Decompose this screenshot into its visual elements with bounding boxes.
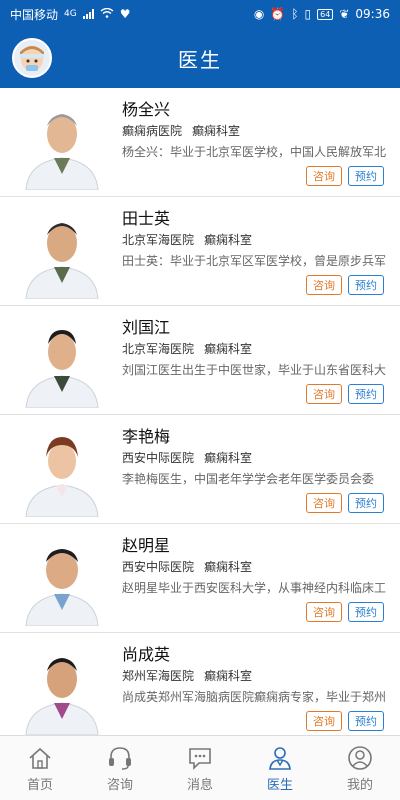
signal-icon: [82, 9, 94, 19]
book-button[interactable]: 预约: [348, 166, 384, 186]
bottom-tab-bar: 首页 咨询 消息 医生 我的: [0, 735, 400, 800]
doctor-photo: [22, 96, 102, 190]
doctor-dept: 癫痫科室: [204, 560, 253, 574]
home-icon: [29, 747, 51, 769]
tab-home[interactable]: 首页: [0, 736, 80, 800]
doctor-photo: [22, 423, 102, 517]
doctor-name: 尚成英: [122, 645, 171, 664]
doctor-name: 杨全兴: [122, 100, 171, 119]
heart-icon: ♥: [119, 7, 131, 21]
doctor-hospital: 西安中际医院: [122, 451, 195, 465]
book-button[interactable]: 预约: [348, 384, 384, 404]
doctor-desc: 李艳梅医生，中国老年学学会老年医学委员会委: [122, 472, 375, 486]
doctor-hospital: 北京军海医院: [122, 342, 195, 356]
doctor-name: 李艳梅: [122, 427, 171, 446]
doctor-desc: 尚成英郑州军海脑病医院癫痫病专家，毕业于郑州: [122, 690, 387, 704]
doctor-desc: 杨全兴：毕业于北京军医学校，中国人民解放军北: [122, 145, 387, 159]
doctor-photo: [22, 205, 102, 299]
doctor-hospital: 北京军海医院: [122, 233, 195, 247]
doctor-hospital: 郑州军海医院: [122, 669, 195, 683]
book-button[interactable]: 预约: [348, 275, 384, 295]
consult-button[interactable]: 咨询: [306, 384, 342, 404]
consult-button[interactable]: 咨询: [306, 493, 342, 513]
doctor-desc: 田士英：毕业于北京军区军医学校，曾是原步兵军: [122, 254, 387, 268]
doctor-name: 田士英: [122, 209, 171, 228]
doctor-hospital: 西安中际医院: [122, 560, 195, 574]
doctor-dept: 癫痫科室: [204, 233, 253, 247]
alarm-icon: ⏰: [270, 7, 286, 21]
doctor-name: 刘国江: [122, 318, 171, 337]
bluetooth-icon: ᛒ: [291, 7, 299, 21]
doctor-card[interactable]: 田士英 北京军海医院 癫痫科室 田士英：毕业于北京军区军医学校，曾是原步兵军 咨询…: [0, 197, 400, 306]
doctor-photo: [22, 641, 102, 735]
user-icon: [348, 745, 372, 770]
doctor-dept: 癫痫科室: [204, 451, 253, 465]
doctor-desc: 赵明星毕业于西安医科大学，从事神经内科临床工: [122, 581, 387, 595]
tab-message[interactable]: 消息: [160, 736, 240, 800]
tab-mine[interactable]: 我的: [320, 736, 400, 800]
book-button[interactable]: 预约: [348, 602, 384, 622]
avatar[interactable]: [12, 38, 52, 78]
status-bar: 中国移动 4G ♥ ◉ ⏰ ᛒ ▯ 64 ❦ 09:36: [0, 0, 400, 28]
tab-label: 医生: [266, 777, 293, 793]
tab-label: 消息: [186, 777, 213, 793]
clock-label: 09:36: [355, 7, 390, 21]
doctor-card[interactable]: 李艳梅 西安中际医院 癫痫科室 李艳梅医生，中国老年学学会老年医学委员会委 咨询 …: [0, 415, 400, 524]
doctor-card[interactable]: 杨全兴 癫痫病医院 癫痫科室 杨全兴：毕业于北京军医学校，中国人民解放军北 咨询 …: [0, 88, 400, 197]
tab-label: 首页: [26, 777, 53, 793]
tab-label: 我的: [346, 777, 373, 793]
leaf-icon: ❦: [339, 7, 350, 21]
consult-button[interactable]: 咨询: [306, 711, 342, 731]
book-button[interactable]: 预约: [348, 493, 384, 513]
app-header: 医生: [0, 28, 400, 88]
carrier-label: 中国移动: [10, 7, 59, 22]
consult-button[interactable]: 咨询: [306, 602, 342, 622]
doctor-icon: [269, 746, 291, 770]
vibrate-icon: ▯: [304, 7, 312, 21]
doctor-photo: [22, 532, 102, 626]
doctor-dept: 癫痫科室: [204, 342, 253, 356]
doctor-dept: 癫痫科室: [192, 124, 241, 138]
tab-label: 咨询: [106, 777, 133, 793]
page-title: 医生: [178, 47, 222, 72]
doctor-photo: [22, 314, 102, 408]
eye-icon: ◉: [253, 7, 265, 21]
network-label: 4G: [64, 9, 77, 19]
book-button[interactable]: 预约: [348, 711, 384, 731]
doctor-hospital: 癫痫病医院: [122, 124, 183, 138]
doctor-name: 赵明星: [122, 536, 171, 555]
doctor-list: 杨全兴 癫痫病医院 癫痫科室 杨全兴：毕业于北京军医学校，中国人民解放军北 咨询 …: [0, 88, 400, 735]
doctor-card[interactable]: 赵明星 西安中际医院 癫痫科室 赵明星毕业于西安医科大学，从事神经内科临床工 咨询…: [0, 524, 400, 633]
doctor-card[interactable]: 尚成英 郑州军海医院 癫痫科室 尚成英郑州军海脑病医院癫痫病专家，毕业于郑州 咨询…: [0, 633, 400, 735]
wifi-icon: [100, 7, 114, 21]
consult-button[interactable]: 咨询: [306, 275, 342, 295]
consult-button[interactable]: 咨询: [306, 166, 342, 186]
doctor-dept: 癫痫科室: [204, 669, 253, 683]
doctor-card[interactable]: 刘国江 北京军海医院 癫痫科室 刘国江医生出生于中医世家，毕业于山东省医科大 咨询…: [0, 306, 400, 415]
tab-consult[interactable]: 咨询: [80, 736, 160, 800]
battery-icon: 64: [317, 8, 334, 20]
doctor-desc: 刘国江医生出生于中医世家，毕业于山东省医科大: [122, 363, 387, 377]
message-icon: [189, 747, 211, 770]
tab-doctor[interactable]: 医生: [240, 736, 320, 800]
headset-icon: [109, 746, 131, 770]
